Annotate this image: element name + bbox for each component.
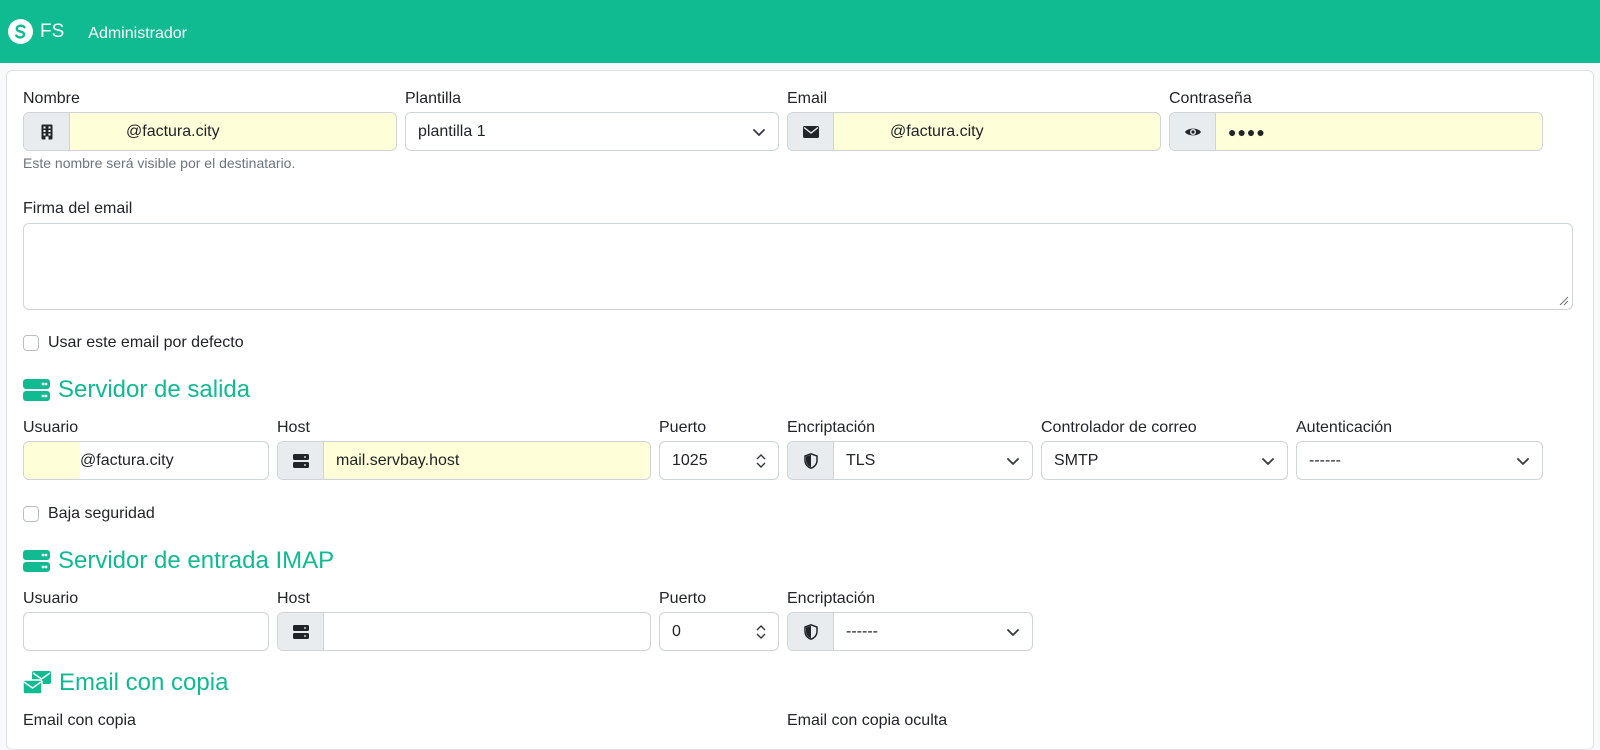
brand-link[interactable]: FS bbox=[8, 0, 64, 63]
in-host-label: Host bbox=[277, 590, 310, 607]
email-label: Email bbox=[787, 90, 828, 107]
out-encriptacion-select[interactable]: TLS bbox=[834, 442, 1032, 479]
out-encriptacion-value: TLS bbox=[846, 451, 876, 469]
incoming-title-text: Servidor de entrada IMAP bbox=[58, 547, 335, 574]
copy-section-title: Email con copia bbox=[23, 669, 228, 697]
out-usuario-label: Usuario bbox=[23, 419, 79, 436]
default-email-checkbox[interactable]: Usar este email por defecto bbox=[23, 334, 244, 352]
nav-administrador-link[interactable]: Administrador bbox=[88, 25, 187, 43]
chevron-down-icon bbox=[1262, 457, 1274, 465]
brand-logo-icon bbox=[8, 19, 33, 44]
autofill-highlight bbox=[24, 442, 80, 479]
resize-handle-icon[interactable] bbox=[1559, 296, 1569, 306]
out-host-label: Host bbox=[277, 419, 310, 436]
password-input-group: ●●●● bbox=[1169, 112, 1543, 151]
in-puerto-label: Puerto bbox=[659, 590, 707, 607]
firma-label: Firma del email bbox=[23, 200, 133, 217]
shield-icon bbox=[788, 442, 834, 479]
nombre-help-text: Este nombre será visible por el destinat… bbox=[23, 155, 296, 171]
out-puerto-label: Puerto bbox=[659, 419, 707, 436]
in-puerto-input[interactable]: 0 bbox=[659, 612, 779, 651]
in-encriptacion-label: Encriptación bbox=[787, 590, 876, 607]
mail-icon bbox=[788, 113, 834, 150]
firma-textarea[interactable] bbox=[23, 223, 1573, 310]
plantilla-label: Plantilla bbox=[405, 90, 462, 107]
out-autenticacion-value: ------ bbox=[1309, 451, 1341, 469]
in-puerto-value: 0 bbox=[672, 622, 681, 640]
out-controlador-label: Controlador de correo bbox=[1041, 419, 1197, 436]
outgoing-section-title: Servidor de salida bbox=[23, 376, 250, 404]
mailbox-icon bbox=[23, 671, 51, 695]
out-puerto-value: 1025 bbox=[672, 451, 708, 469]
out-puerto-input[interactable]: 1025 bbox=[659, 441, 779, 480]
chevron-down-icon bbox=[1517, 457, 1529, 465]
server-icon bbox=[23, 379, 50, 401]
eye-icon[interactable] bbox=[1170, 113, 1216, 150]
out-host-input-group: mail.servbay.host bbox=[277, 441, 651, 480]
server-icon bbox=[278, 613, 324, 650]
top-navbar: FS Administrador bbox=[0, 0, 1600, 63]
email-form-card: Nombre Plantilla Email Contraseña @factu… bbox=[6, 70, 1594, 750]
chevron-down-icon bbox=[753, 128, 765, 136]
outgoing-title-text: Servidor de salida bbox=[58, 376, 251, 403]
plantilla-value: plantilla 1 bbox=[418, 122, 486, 140]
in-usuario-label: Usuario bbox=[23, 590, 79, 607]
password-input[interactable]: ●●●● bbox=[1216, 113, 1542, 150]
in-usuario-input[interactable] bbox=[23, 612, 269, 651]
in-encriptacion-value: ------ bbox=[846, 622, 878, 640]
in-encriptacion-select[interactable]: ------ bbox=[834, 613, 1032, 650]
password-label: Contraseña bbox=[1169, 90, 1252, 107]
in-host-input-group bbox=[277, 612, 651, 651]
low-security-label: Baja seguridad bbox=[48, 505, 155, 522]
cc-label: Email con copia bbox=[23, 712, 136, 729]
server-icon bbox=[278, 442, 324, 479]
incoming-section-title: Servidor de entrada IMAP bbox=[23, 547, 334, 575]
nombre-label: Nombre bbox=[23, 90, 80, 107]
out-autenticacion-label: Autenticación bbox=[1296, 419, 1393, 436]
out-autenticacion-select[interactable]: ------ bbox=[1296, 441, 1543, 480]
out-controlador-value: SMTP bbox=[1054, 451, 1099, 469]
default-email-label: Usar este email por defecto bbox=[48, 334, 244, 351]
email-input-group: @factura.city bbox=[787, 112, 1161, 151]
out-usuario-value: @factura.city bbox=[80, 451, 174, 469]
out-usuario-input[interactable]: @factura.city bbox=[23, 441, 269, 480]
shield-icon bbox=[788, 613, 834, 650]
copy-title-text: Email con copia bbox=[59, 669, 229, 696]
brand-text: FS bbox=[40, 20, 65, 42]
low-security-checkbox[interactable]: Baja seguridad bbox=[23, 505, 155, 523]
number-spinner-icon[interactable] bbox=[756, 453, 766, 469]
plantilla-select[interactable]: plantilla 1 bbox=[405, 112, 779, 151]
building-icon bbox=[24, 113, 70, 150]
checkbox[interactable] bbox=[23, 335, 39, 351]
in-host-input[interactable] bbox=[324, 613, 650, 650]
bcc-label: Email con copia oculta bbox=[787, 712, 948, 729]
out-encriptacion-group: TLS bbox=[787, 441, 1033, 480]
out-controlador-select[interactable]: SMTP bbox=[1041, 441, 1288, 480]
server-icon bbox=[23, 550, 50, 572]
checkbox[interactable] bbox=[23, 506, 39, 522]
out-encriptacion-label: Encriptación bbox=[787, 419, 876, 436]
email-input[interactable]: @factura.city bbox=[834, 113, 1160, 150]
in-encriptacion-group: ------ bbox=[787, 612, 1033, 651]
nombre-input[interactable]: @factura.city bbox=[70, 113, 396, 150]
chevron-down-icon bbox=[1007, 628, 1019, 636]
number-spinner-icon[interactable] bbox=[756, 624, 766, 640]
nombre-input-group: @factura.city bbox=[23, 112, 397, 151]
chevron-down-icon bbox=[1007, 457, 1019, 465]
out-host-input[interactable]: mail.servbay.host bbox=[324, 442, 650, 479]
